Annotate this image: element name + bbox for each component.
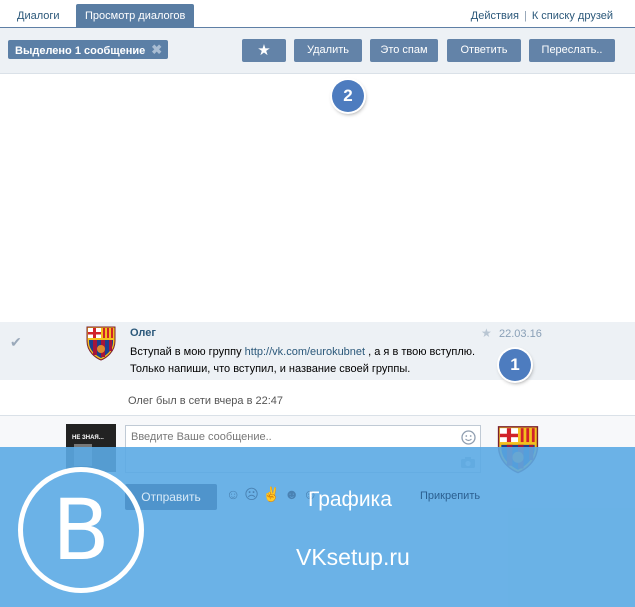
star-icon: ★ [257, 42, 271, 59]
reply-button[interactable]: Ответить [447, 39, 521, 62]
forward-button[interactable]: Переслать.. [529, 39, 615, 62]
smiley-icon[interactable] [461, 430, 476, 445]
logo-letter: B [52, 481, 110, 579]
watermark-site-label: VKsetup.ru [296, 544, 410, 570]
message-toolbar: Выделено 1 сообщение ✖ ★ Удалить Это спам… [0, 28, 635, 74]
actions-link[interactable]: Действия [471, 10, 519, 22]
marker-2: 2 [332, 80, 364, 112]
tab-view-dialogs[interactable]: Просмотр диалогов [76, 4, 195, 28]
message-input-placeholder: Введите Ваше сообщение.. [131, 431, 272, 443]
selection-badge: Выделено 1 сообщение ✖ [8, 40, 169, 59]
star-button[interactable]: ★ [242, 39, 286, 62]
clear-selection-icon[interactable]: ✖ [151, 42, 162, 57]
tab-bar: Диалоги Просмотр диалогов Действия | К спи… [0, 0, 635, 28]
message-text: Вступай в мою группу http://vk.com/eurok… [130, 344, 485, 378]
vksetup-logo-icon: B [18, 467, 144, 593]
message-text-before: Вступай в мою группу [130, 346, 245, 358]
message-author[interactable]: Олег [130, 327, 156, 339]
watermark-graphics-label: Графика [308, 488, 392, 511]
spam-button[interactable]: Это спам [370, 39, 438, 62]
selection-count: Выделено 1 сообщение [15, 45, 146, 57]
message-date: 22.03.16 [499, 328, 542, 340]
tab-links: Действия | К списку друзей [471, 10, 613, 22]
fcb-crest-icon [86, 326, 116, 361]
tab-dialogs[interactable]: Диалоги [8, 4, 69, 28]
favorite-star-icon[interactable]: ★ [481, 326, 492, 340]
attach-link[interactable]: Прикрепить [420, 490, 480, 502]
friends-list-link[interactable]: К списку друзей [532, 10, 613, 22]
avatar-caption: НЕ ЗНАЯ... [72, 435, 104, 441]
online-status: Олег был в сети вчера в 22:47 [128, 395, 284, 407]
delete-button[interactable]: Удалить [294, 39, 362, 62]
link-separator: | [523, 10, 527, 22]
group-link[interactable]: http://vk.com/eurokubnet [245, 346, 365, 358]
checkmark-icon[interactable]: ✔ [10, 334, 22, 351]
marker-1: 1 [499, 349, 531, 381]
